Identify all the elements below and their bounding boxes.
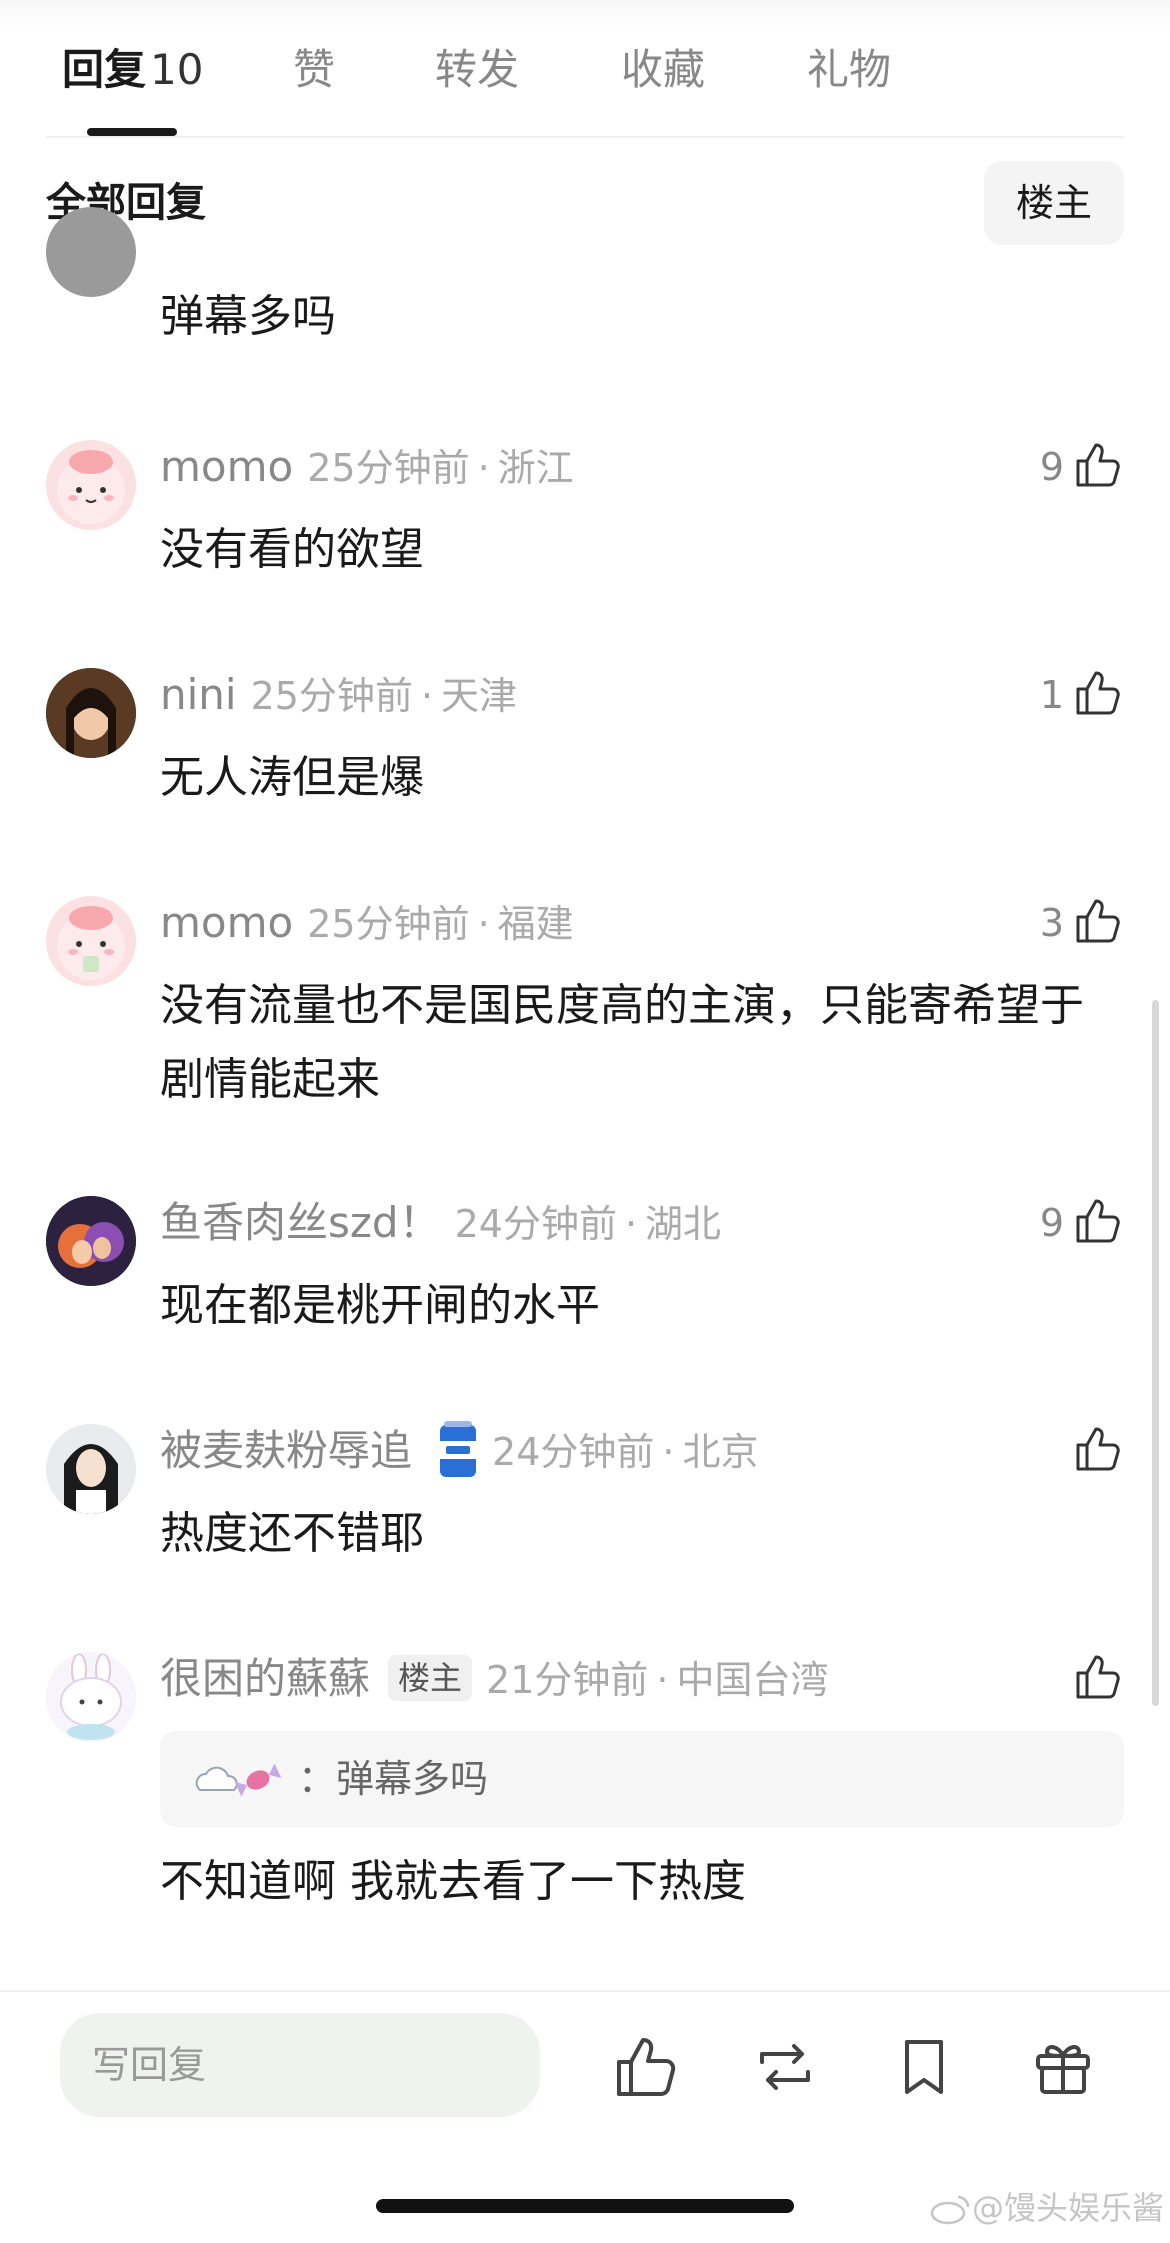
divider xyxy=(0,1990,1170,1992)
gift-icon[interactable] xyxy=(1028,2032,1098,2102)
separator: · xyxy=(662,1430,675,1474)
watermark-text: @馒头娱乐酱 xyxy=(972,2189,1165,2227)
comment-item: 被麦麸粉辱追 24分钟前 · 北京 热度还不错耶 xyxy=(0,1421,1170,1581)
timestamp: 25分钟前 xyxy=(307,446,470,490)
timestamp: 25分钟前 xyxy=(250,674,413,718)
comment-meta: 很困的蘇蘇 楼主 21分钟前 · 中国台湾 xyxy=(160,1649,829,1709)
comment-item: momo 25分钟前 · 浙江 9 没有看的欲望 xyxy=(0,437,1170,597)
comment-item: momo 25分钟前 · 福建 3 没有流量也不是国民度高的主演，只能寄希望于剧情能起… xyxy=(0,893,1170,1133)
repost-icon[interactable] xyxy=(750,2032,820,2102)
comment-meta: nini 25分钟前 · 天津 xyxy=(160,665,517,725)
op-badge: 楼主 xyxy=(388,1655,473,1701)
like-button[interactable] xyxy=(1064,1421,1124,1481)
separator: · xyxy=(420,674,434,718)
avatar[interactable] xyxy=(46,896,136,986)
avatar[interactable] xyxy=(46,440,136,530)
active-tab-indicator xyxy=(87,128,177,136)
thumbs-up-icon xyxy=(1072,667,1124,723)
like-button[interactable] xyxy=(1064,1649,1124,1709)
weibo-logo-icon xyxy=(930,2189,972,2227)
comment-text: 没有看的欲望 xyxy=(160,524,424,575)
thumbs-up-icon xyxy=(1072,1423,1124,1479)
tab-likes[interactable]: 赞 xyxy=(293,40,335,100)
separator: · xyxy=(624,1202,638,1246)
location: 浙江 xyxy=(497,446,574,490)
thumbs-up-icon xyxy=(1072,439,1124,495)
tab-replies-count: 10 xyxy=(150,45,204,94)
like-count: 9 xyxy=(1039,445,1064,489)
quoted-text: ：弹幕多吗 xyxy=(298,1757,489,1801)
comment-text: 弹幕多吗 xyxy=(160,291,336,342)
timestamp: 21分钟前 xyxy=(486,1658,649,1702)
like-button[interactable]: 1 xyxy=(1040,665,1124,725)
comment-meta: momo 25分钟前 · 浙江 xyxy=(160,437,574,497)
avatar[interactable] xyxy=(46,1196,136,1286)
bookmark-icon[interactable] xyxy=(889,2032,959,2102)
location: 湖北 xyxy=(645,1202,722,1246)
tab-reposts[interactable]: 转发 xyxy=(435,40,519,100)
op-only-filter-button[interactable]: 楼主 xyxy=(984,161,1124,245)
timestamp: 24分钟前 xyxy=(492,1430,655,1474)
comment-text: 热度还不错耶 xyxy=(160,1508,424,1559)
timestamp: 24分钟前 xyxy=(454,1202,617,1246)
tab-bar: 回复10 赞 转发 收藏 礼物 xyxy=(0,0,1170,138)
avatar[interactable] xyxy=(46,668,136,758)
separator: · xyxy=(477,446,490,490)
watermark: @馒头娱乐酱 xyxy=(930,2186,1164,2230)
scrollbar[interactable] xyxy=(1152,1000,1159,1706)
thumbs-up-icon xyxy=(1072,895,1124,951)
comment-meta: 被麦麸粉辱追 24分钟前 · 北京 xyxy=(160,1421,758,1481)
location: 福建 xyxy=(497,902,574,946)
thumbs-up-icon xyxy=(1072,1195,1124,1251)
quoted-reply[interactable]: ：弹幕多吗 xyxy=(160,1731,1124,1827)
fan-badge-icon xyxy=(438,1421,478,1479)
avatar[interactable] xyxy=(46,1652,136,1742)
comment-item: 很困的蘇蘇 楼主 21分钟前 · 中国台湾 ：弹幕多吗 不知道啊 我就去看了一下热度 xyxy=(0,1649,1170,1909)
thumbs-up-icon[interactable] xyxy=(611,2032,681,2102)
username[interactable]: momo xyxy=(160,898,293,947)
location: 北京 xyxy=(682,1430,759,1474)
comment-text: 不知道啊 我就去看了一下热度 xyxy=(160,1856,746,1907)
like-button[interactable]: 9 xyxy=(1040,1193,1124,1253)
cloud-candy-emoji-icon xyxy=(194,1739,298,1835)
separator: · xyxy=(477,902,490,946)
comment-item: 弹幕多吗 xyxy=(0,207,1170,360)
username[interactable]: 鱼香肉丝szd！ xyxy=(160,1198,441,1247)
separator: · xyxy=(656,1658,669,1702)
tab-gifts[interactable]: 礼物 xyxy=(807,40,891,100)
location: 天津 xyxy=(441,674,518,718)
like-count: 3 xyxy=(1039,901,1064,945)
username[interactable]: nini xyxy=(160,670,237,719)
comment-meta: 鱼香肉丝szd！ 24分钟前 · 湖北 xyxy=(160,1193,721,1253)
tab-replies[interactable]: 回复10 xyxy=(62,40,203,100)
like-button[interactable]: 9 xyxy=(1040,437,1124,497)
comment-text: 现在都是桃开闸的水平 xyxy=(160,1280,600,1331)
comment-item: nini 25分钟前 · 天津 1 无人涛但是爆 xyxy=(0,665,1170,825)
comment-item: 鱼香肉丝szd！ 24分钟前 · 湖北 9 现在都是桃开闸的水平 xyxy=(0,1193,1170,1353)
username[interactable]: 被麦麸粉辱追 xyxy=(160,1426,412,1475)
like-count: 9 xyxy=(1039,1201,1064,1245)
tab-favorites[interactable]: 收藏 xyxy=(621,40,705,100)
comment-text: 没有流量也不是国民度高的主演，只能寄希望于剧情能起来 xyxy=(160,980,1084,1105)
like-count: 1 xyxy=(1039,673,1064,717)
home-indicator xyxy=(376,2199,794,2213)
thumbs-up-icon xyxy=(1072,1651,1124,1707)
tab-replies-label: 回复 xyxy=(62,45,147,94)
username[interactable]: 很困的蘇蘇 xyxy=(160,1654,370,1703)
location: 中国台湾 xyxy=(676,1658,829,1702)
divider xyxy=(46,136,1124,138)
username[interactable]: momo xyxy=(160,442,293,491)
comment-meta: momo 25分钟前 · 福建 xyxy=(160,893,574,953)
like-button[interactable]: 3 xyxy=(1040,893,1124,953)
scroll-mask xyxy=(0,245,150,265)
comment-text: 无人涛但是爆 xyxy=(160,752,424,803)
reply-input[interactable]: 写回复 xyxy=(60,2013,540,2117)
avatar[interactable] xyxy=(46,1424,136,1514)
timestamp: 25分钟前 xyxy=(307,902,470,946)
